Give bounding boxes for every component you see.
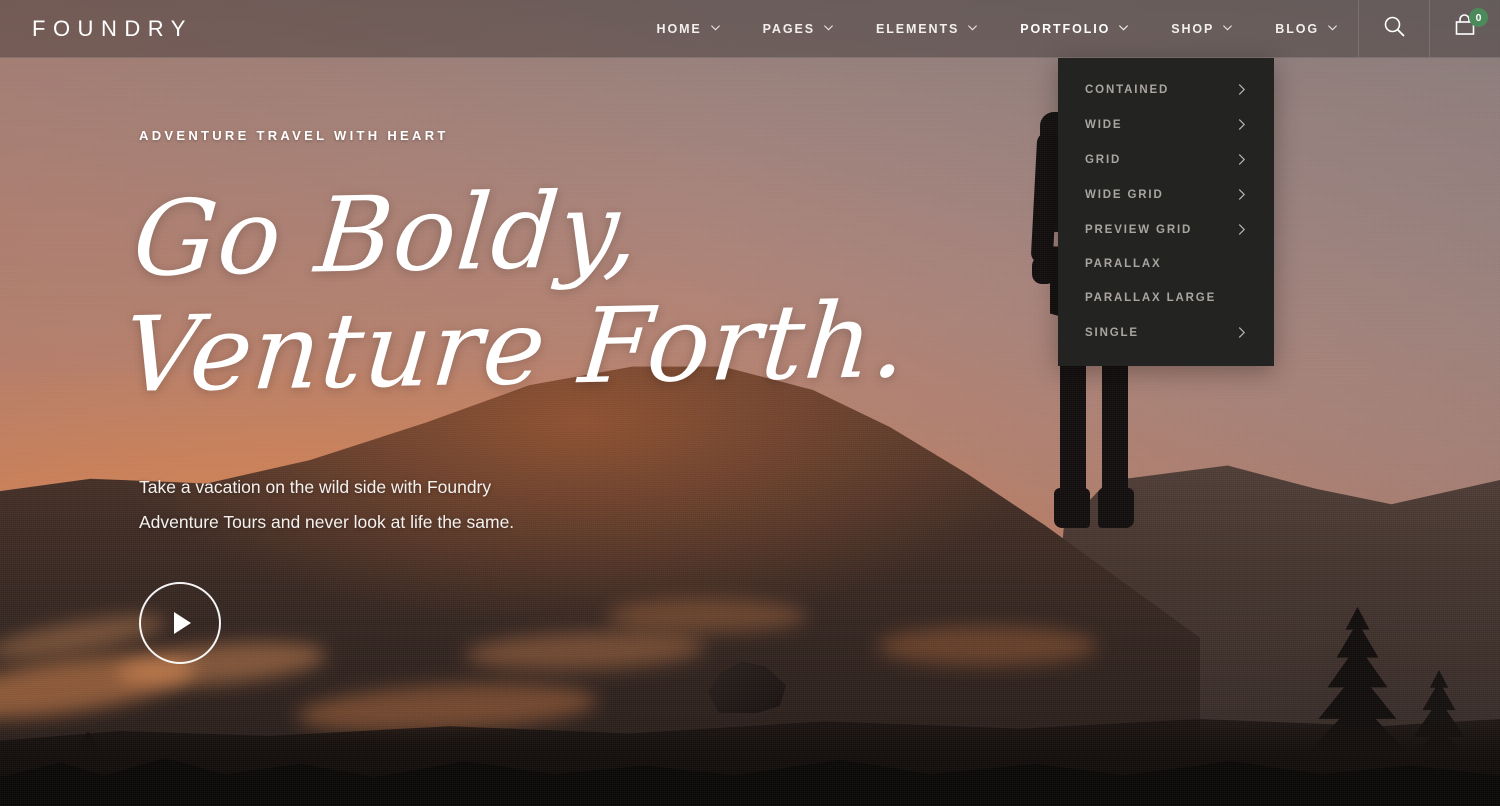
chevron-down-icon (1222, 22, 1233, 31)
chevron-right-icon (1237, 326, 1246, 339)
nav-item-label: ELEMENTS (875, 21, 960, 36)
dropdown-item-label: GRID (1085, 153, 1122, 166)
nav-item-label: HOME (656, 21, 702, 36)
hero-headline: Go Boldy, Venture Forth. (118, 166, 922, 417)
dropdown-item-parallax[interactable]: PARALLAX (1058, 247, 1274, 281)
chevron-right-icon (1237, 153, 1246, 166)
dropdown-item-label: PARALLAX (1085, 258, 1162, 270)
play-icon (174, 611, 191, 634)
hiker-boot-right (1098, 488, 1134, 529)
nav-item-portfolio[interactable]: PORTFOLIO (998, 0, 1149, 57)
hero-headline-line-1: Go Boldy, (128, 168, 645, 300)
nav-item-home[interactable]: HOME (635, 0, 741, 57)
nav-item-label: PAGES (762, 21, 815, 36)
chevron-right-icon (1237, 223, 1246, 236)
chevron-down-icon (967, 22, 978, 31)
dropdown-item-label: WIDE GRID (1085, 188, 1164, 201)
nav-item-label: SHOP (1171, 21, 1215, 36)
chevron-down-icon (710, 22, 720, 31)
chevron-down-icon (1118, 22, 1129, 31)
hiker-boot-left (1054, 488, 1090, 529)
dropdown-item-label: SINGLE (1085, 326, 1139, 339)
dropdown-item-parallax-large[interactable]: PARALLAX LARGE (1058, 281, 1274, 315)
nav-item-blog[interactable]: BLOG (1253, 0, 1358, 57)
nav-item-label: BLOG (1275, 21, 1319, 36)
hero-description-line-1: Take a vacation on the wild side with Fo… (139, 476, 492, 497)
dropdown-item-wide-grid[interactable]: WIDE GRID (1058, 177, 1274, 212)
hero-headline-line-2: Venture Forth. (118, 279, 913, 417)
chevron-right-icon (1237, 83, 1246, 96)
dropdown-item-wide[interactable]: WIDE (1058, 107, 1274, 142)
chevron-right-icon (1237, 188, 1246, 201)
dropdown-item-label: PARALLAX LARGE (1085, 292, 1217, 304)
search-button[interactable] (1358, 0, 1429, 57)
logo[interactable]: FOUNDRY (0, 0, 193, 57)
nav-item-pages[interactable]: PAGES (741, 0, 854, 57)
dropdown-item-single[interactable]: SINGLE (1058, 315, 1274, 350)
nav-item-shop[interactable]: SHOP (1149, 0, 1253, 57)
dropdown-item-preview-grid[interactable]: PREVIEW GRID (1058, 212, 1274, 247)
site-header: FOUNDRY HOME PAGES ELEMENTS PORTFOLIO SH… (0, 0, 1500, 58)
main-navigation: HOME PAGES ELEMENTS PORTFOLIO SHOP BLOG (635, 0, 1358, 57)
chevron-down-icon (823, 22, 833, 31)
hero-content: ADVENTURE TRAVEL WITH HEART Go Boldy, Ve… (119, 128, 921, 664)
dropdown-item-contained[interactable]: CONTAINED (1058, 72, 1274, 107)
cart-button[interactable]: 0 (1429, 0, 1500, 57)
play-video-button[interactable] (139, 581, 221, 664)
logo-text: FOUNDRY (32, 15, 193, 41)
hero-description: Take a vacation on the wild side with Fo… (139, 470, 921, 540)
portfolio-dropdown-menu: CONTAINED WIDE GRID WIDE GRID PREVIEW GR… (1058, 58, 1274, 366)
dropdown-item-grid[interactable]: GRID (1058, 142, 1274, 177)
nav-item-label: PORTFOLIO (1020, 21, 1111, 36)
nav-item-elements[interactable]: ELEMENTS (854, 0, 998, 57)
chevron-down-icon (1327, 22, 1338, 31)
dropdown-item-label: CONTAINED (1085, 83, 1170, 96)
dropdown-item-label: PREVIEW GRID (1085, 223, 1193, 236)
dropdown-item-label: WIDE (1085, 118, 1123, 131)
chevron-right-icon (1237, 118, 1246, 131)
cart-count-badge: 0 (1469, 8, 1488, 27)
hiker-arm-left (1030, 131, 1060, 265)
hero-description-line-2: Adventure Tours and never look at life t… (139, 511, 515, 532)
hero-eyebrow: ADVENTURE TRAVEL WITH HEART (139, 128, 449, 143)
search-icon (1382, 14, 1407, 44)
